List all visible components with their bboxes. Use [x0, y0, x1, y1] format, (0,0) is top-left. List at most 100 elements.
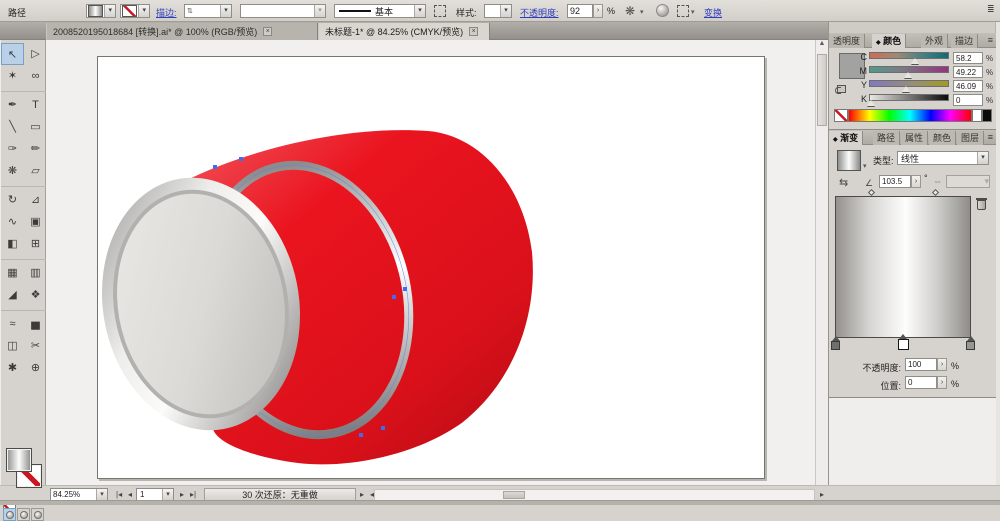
- eraser-tool[interactable]: ▱: [24, 160, 47, 182]
- recolor-dropdown-icon[interactable]: ▾: [640, 8, 644, 16]
- gradient-preview-swatch[interactable]: [837, 150, 861, 171]
- dropdown-icon[interactable]: ▾: [220, 5, 231, 17]
- gradient-swatch-dropdown-icon[interactable]: ▾: [863, 162, 867, 170]
- dashed-line-icon[interactable]: [434, 5, 446, 17]
- tab-layers[interactable]: 图层: [957, 131, 985, 145]
- dropdown-icon[interactable]: ▾: [977, 152, 988, 164]
- shading-sphere-icon[interactable]: [656, 4, 669, 17]
- fill-color-dropdown[interactable]: ▾: [86, 4, 116, 18]
- zoom-tool[interactable]: ⊕: [24, 357, 47, 379]
- magic-wand-tool[interactable]: ✶: [1, 65, 24, 87]
- artboard[interactable]: [97, 56, 765, 479]
- graphic-style-combo[interactable]: ▾: [484, 4, 512, 18]
- fill-bucket-icon[interactable]: [835, 85, 846, 94]
- tab-gradient[interactable]: ◆ 渐变: [829, 131, 864, 145]
- scale-tool[interactable]: ⊿: [24, 189, 47, 211]
- yellow-slider-thumb[interactable]: [901, 86, 910, 92]
- black-slider-thumb[interactable]: [866, 100, 875, 106]
- dropdown-icon[interactable]: ▾: [314, 5, 325, 17]
- stroke-weight-combo[interactable]: ⇅ ▾: [184, 4, 232, 18]
- control-bar-menu-icon[interactable]: ≣: [987, 4, 995, 15]
- close-tab-icon[interactable]: ×: [469, 27, 479, 36]
- draw-normal-button[interactable]: [3, 508, 16, 521]
- stop-position-input[interactable]: 0: [905, 376, 937, 389]
- dropdown-icon[interactable]: ▾: [414, 5, 425, 17]
- dropdown-icon[interactable]: ▾: [500, 5, 511, 17]
- transform-panel-link[interactable]: 变换: [704, 6, 722, 19]
- tab-color2[interactable]: 颜色: [929, 131, 957, 145]
- draw-inside-button[interactable]: [31, 508, 44, 521]
- slice-tool[interactable]: ✂: [24, 335, 47, 357]
- eyedropper-tool[interactable]: ◢: [1, 284, 24, 306]
- document-tab-1[interactable]: 2008520195018684 [转换].ai* @ 100% (RGB/预览…: [46, 23, 318, 40]
- stop-opacity-spinner[interactable]: ›: [937, 358, 947, 371]
- draw-behind-button[interactable]: [17, 508, 30, 521]
- width-profile-combo[interactable]: ▾: [240, 4, 326, 18]
- black-swatch[interactable]: [982, 109, 992, 122]
- isolate-dropdown-icon[interactable]: ▾: [691, 8, 695, 16]
- free-transform-tool[interactable]: ▣: [24, 211, 47, 233]
- black-slider[interactable]: [869, 94, 949, 101]
- dropdown-icon[interactable]: ▾: [104, 5, 115, 17]
- canvas-pasteboard[interactable]: [46, 40, 815, 485]
- black-value[interactable]: 0: [953, 94, 983, 106]
- cyan-value[interactable]: 58.2: [953, 52, 983, 64]
- gradient-stop-middle-selected[interactable]: [898, 334, 909, 350]
- shape-builder-tool[interactable]: ◧: [1, 233, 24, 255]
- artboard-tool[interactable]: ◫: [1, 335, 24, 357]
- cyan-slider-thumb[interactable]: [911, 58, 920, 64]
- opacity-input[interactable]: 92: [567, 4, 593, 18]
- dropdown-icon[interactable]: ▾: [96, 489, 107, 500]
- stepper-icon[interactable]: ⇅: [185, 7, 195, 15]
- document-tab-2[interactable]: 未标题-1* @ 84.25% (CMYK/预览) ×: [318, 23, 490, 40]
- dropdown-icon[interactable]: ▾: [162, 489, 173, 500]
- white-swatch[interactable]: [972, 109, 982, 122]
- graph-tool[interactable]: ▅: [24, 313, 47, 335]
- symbol-sprayer-tool[interactable]: ≈: [1, 313, 24, 335]
- line-tool[interactable]: ╲: [1, 116, 24, 138]
- blob-brush-tool[interactable]: ❋: [1, 160, 24, 182]
- artwork-barrel[interactable]: [98, 57, 764, 478]
- gradient-midpoint-left[interactable]: [867, 188, 876, 197]
- paintbrush-tool[interactable]: ✑: [1, 138, 24, 160]
- gradient-angle-input[interactable]: 103.5: [879, 175, 911, 188]
- lasso-tool[interactable]: ∞: [24, 65, 47, 87]
- hand-tool[interactable]: ✱: [1, 357, 24, 379]
- panel-menu-icon[interactable]: ≡: [988, 35, 993, 45]
- recolor-artwork-icon[interactable]: ❋: [625, 4, 635, 18]
- rotate-tool[interactable]: ↻: [1, 189, 24, 211]
- cyan-slider[interactable]: [869, 52, 949, 59]
- isolate-selection-icon[interactable]: [677, 5, 689, 17]
- stop-position-spinner[interactable]: ›: [937, 376, 947, 389]
- gradient-stop-left[interactable]: [831, 336, 840, 350]
- brush-definition-combo[interactable]: 基本 ▾: [334, 4, 426, 18]
- gradient-tool[interactable]: ▥: [24, 262, 47, 284]
- selection-tool[interactable]: ↖: [1, 43, 24, 65]
- tab-color[interactable]: ◆ 颜色: [872, 34, 907, 48]
- mesh-tool[interactable]: ▦: [1, 262, 24, 284]
- type-tool[interactable]: T: [24, 94, 47, 116]
- magenta-slider-thumb[interactable]: [904, 72, 913, 78]
- rectangle-tool[interactable]: ▭: [24, 116, 47, 138]
- stroke-color-dropdown[interactable]: ▾: [120, 4, 150, 18]
- tab-properties[interactable]: 属性: [901, 131, 929, 145]
- scroll-up-icon[interactable]: ▲: [816, 40, 828, 47]
- tab-transparency[interactable]: 透明度: [829, 34, 866, 48]
- opacity-spinner[interactable]: ›: [593, 4, 603, 18]
- pen-tool[interactable]: ✒: [1, 94, 24, 116]
- perspective-grid-tool[interactable]: ⊞: [24, 233, 47, 255]
- gradient-stop-right[interactable]: [966, 336, 975, 350]
- horizontal-scroll-thumb[interactable]: [503, 491, 525, 499]
- vertical-scrollbar[interactable]: ▲: [815, 40, 828, 485]
- delete-stop-trash-icon[interactable]: [976, 198, 987, 210]
- panel-menu-icon[interactable]: ≡: [988, 132, 993, 142]
- none-color-swatch[interactable]: [834, 109, 848, 122]
- direct-selection-tool[interactable]: ▷: [24, 43, 47, 65]
- stop-opacity-input[interactable]: 100: [905, 358, 937, 371]
- pencil-tool[interactable]: ✏: [24, 138, 47, 160]
- vertical-scroll-thumb[interactable]: [817, 54, 827, 126]
- magenta-value[interactable]: 49.22: [953, 66, 983, 78]
- gradient-angle-spinner[interactable]: ›: [911, 175, 921, 188]
- width-tool[interactable]: ∿: [1, 211, 24, 233]
- stroke-panel-link[interactable]: 描边:: [156, 6, 177, 19]
